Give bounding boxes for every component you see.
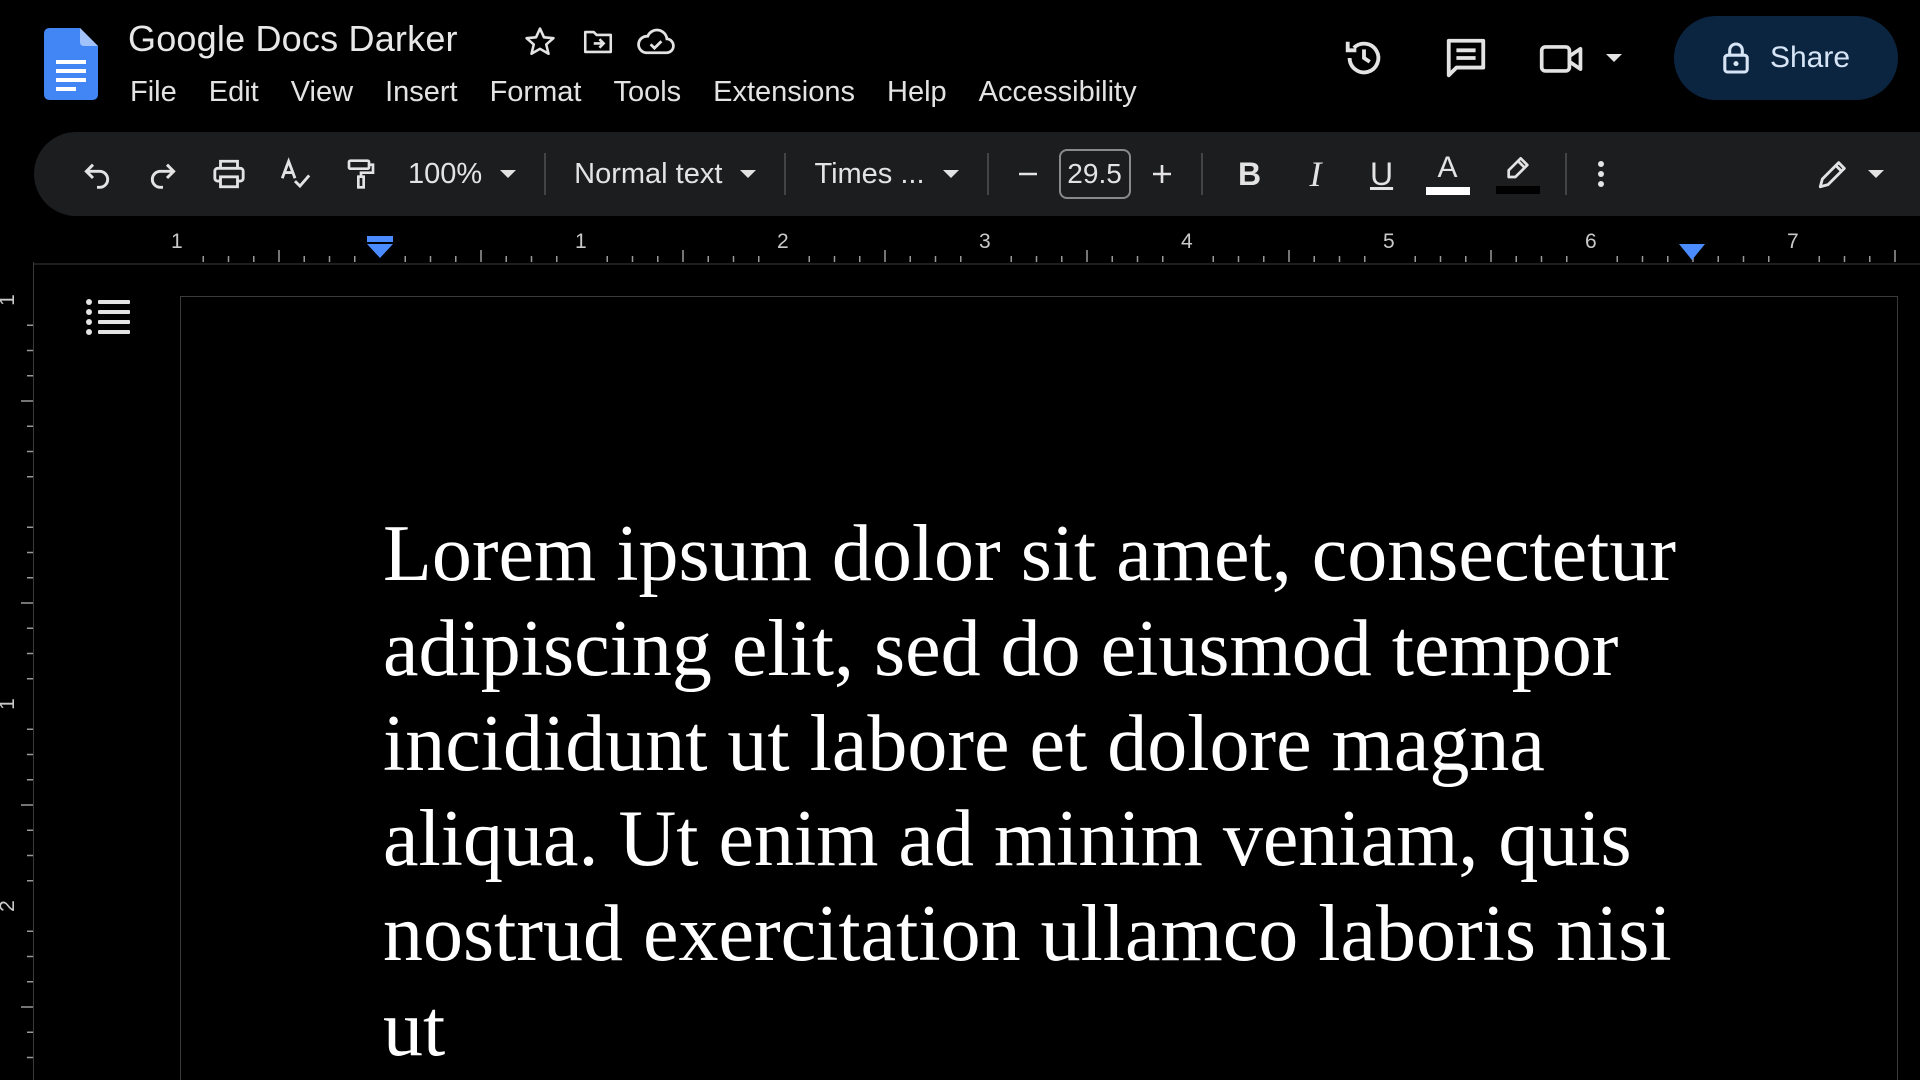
document-page[interactable]: Lorem ipsum dolor sit amet, consectetur …: [180, 296, 1898, 1080]
vertical-ruler-ticks: [21, 324, 33, 1059]
spellcheck-icon: [280, 157, 311, 189]
ruler-label: 6: [1585, 230, 1597, 253]
paint-format-icon: [347, 159, 375, 189]
lock-icon: [1723, 42, 1749, 74]
menu-help[interactable]: Help: [871, 72, 963, 112]
highlight-color-swatch: [1495, 186, 1540, 194]
chevron-down-icon: [500, 170, 517, 178]
chevron-down-icon: [740, 170, 757, 178]
menu-extensions[interactable]: Extensions: [697, 72, 871, 112]
toolbar-divider: [1200, 153, 1203, 195]
menu-edit[interactable]: Edit: [193, 72, 275, 112]
comments-button[interactable]: [1434, 26, 1498, 90]
italic-button[interactable]: I: [1283, 144, 1349, 204]
ruler-label: 4: [1181, 230, 1193, 253]
video-camera-icon: [1539, 45, 1583, 73]
share-button[interactable]: Share: [1674, 16, 1898, 100]
menu-bar: File Edit View Insert Format Tools Exten…: [130, 72, 1153, 112]
ruler-label: 3: [979, 230, 991, 253]
header-actions: Share: [1294, 16, 1898, 100]
paragraph-style-select[interactable]: Normal text: [560, 158, 770, 191]
minus-icon: [1018, 172, 1037, 176]
ruler-label: 1: [0, 698, 20, 710]
font-select[interactable]: Times ...: [800, 158, 972, 191]
zoom-value: 100%: [408, 157, 483, 190]
comments-icon: [1446, 38, 1486, 78]
highlight-color-button[interactable]: [1485, 144, 1551, 204]
ruler-label: 2: [777, 230, 789, 253]
paragraph-style-value: Normal text: [574, 157, 723, 190]
increase-font-size-button[interactable]: [1137, 144, 1187, 204]
menu-format[interactable]: Format: [474, 72, 598, 112]
move-to-folder-icon[interactable]: [578, 22, 618, 62]
ruler-label: 1: [171, 230, 183, 253]
menu-view[interactable]: View: [275, 72, 369, 112]
chevron-down-icon: [942, 170, 959, 178]
version-history-icon: [1345, 41, 1381, 75]
toolbar-divider: [1564, 153, 1567, 195]
underline-button[interactable]: U: [1349, 144, 1415, 204]
toolbar-divider: [544, 153, 547, 195]
pencil-icon: [1818, 161, 1846, 189]
menu-insert[interactable]: Insert: [369, 72, 474, 112]
toolbar-divider: [986, 153, 989, 195]
font-value: Times ...: [814, 157, 925, 190]
toolbar-divider: [784, 153, 787, 195]
redo-button[interactable]: [130, 144, 196, 204]
text-color-letter: A: [1437, 151, 1458, 184]
share-label: Share: [1769, 41, 1851, 74]
highlighter-icon: [1506, 157, 1529, 179]
title-actions: [520, 22, 676, 62]
redo-icon: [150, 163, 176, 189]
horizontal-ruler-ticks: [30, 250, 1920, 265]
plus-icon: [1152, 165, 1171, 183]
more-options-button[interactable]: [1581, 144, 1621, 204]
right-indent-marker[interactable]: [1678, 244, 1706, 262]
cloud-saved-icon[interactable]: [636, 22, 676, 62]
editing-mode-button[interactable]: [1800, 144, 1900, 204]
header: Google Docs Darker File Edit View Insert…: [0, 0, 1920, 130]
menu-file[interactable]: File: [130, 72, 193, 112]
text-color-button[interactable]: A: [1415, 144, 1481, 204]
document-outline-icon[interactable]: [84, 296, 132, 336]
document-body-text[interactable]: Lorem ipsum dolor sit amet, consectetur …: [383, 507, 1723, 1077]
more-vert-icon: [1597, 161, 1604, 187]
first-line-indent-marker[interactable]: [366, 236, 394, 260]
docs-logo-icon[interactable]: [44, 28, 98, 100]
chevron-down-icon: [1606, 54, 1622, 62]
decrease-font-size-button[interactable]: [1003, 144, 1053, 204]
star-icon[interactable]: [520, 22, 560, 62]
chevron-down-icon: [1868, 170, 1884, 178]
meet-button[interactable]: [1538, 38, 1622, 78]
ruler-label: 1: [0, 294, 20, 306]
undo-icon: [84, 163, 110, 189]
menu-tools[interactable]: Tools: [597, 72, 697, 112]
bold-button[interactable]: B: [1217, 144, 1283, 204]
version-history-button[interactable]: [1332, 26, 1396, 90]
vertical-ruler[interactable]: 1 1 2: [0, 262, 34, 1080]
paint-format-button[interactable]: [328, 144, 394, 204]
zoom-select[interactable]: 100%: [394, 158, 530, 191]
document-title[interactable]: Google Docs Darker: [128, 18, 458, 60]
undo-button[interactable]: [64, 144, 130, 204]
print-button[interactable]: [196, 144, 262, 204]
spellcheck-button[interactable]: [262, 144, 328, 204]
ruler-label: 1: [575, 230, 587, 253]
font-size-input[interactable]: 29.5: [1058, 149, 1131, 199]
toolbar: 100% Normal text Times ... 29.5 B I U A: [34, 132, 1920, 216]
ruler-label: 7: [1787, 230, 1799, 253]
ruler-label: 5: [1383, 230, 1395, 253]
text-color-swatch: [1425, 187, 1470, 195]
menu-accessibility[interactable]: Accessibility: [963, 72, 1153, 112]
horizontal-ruler[interactable]: 1 1 2 3 4 5 6 7: [0, 218, 1920, 268]
print-icon: [213, 159, 245, 189]
ruler-label: 2: [0, 900, 20, 912]
